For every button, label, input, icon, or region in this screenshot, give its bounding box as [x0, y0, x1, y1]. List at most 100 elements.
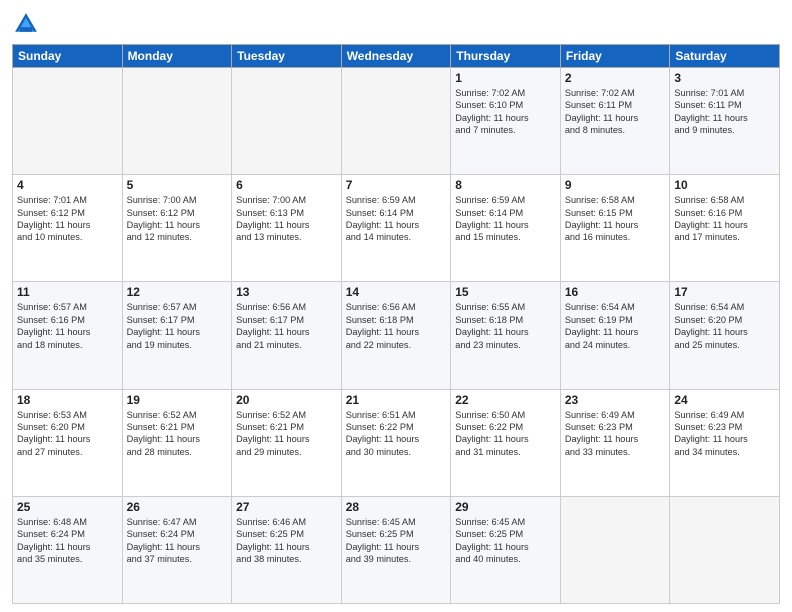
day-number: 14: [346, 285, 447, 299]
week-row-5: 25Sunrise: 6:48 AM Sunset: 6:24 PM Dayli…: [13, 496, 780, 603]
page: SundayMondayTuesdayWednesdayThursdayFrid…: [0, 0, 792, 612]
day-cell: [232, 68, 342, 175]
week-row-4: 18 Sunrise: 6:53 AM Sunset: 6:20 PM Dayli…: [13, 389, 780, 496]
day-number: 23: [565, 393, 666, 407]
header: [12, 10, 780, 38]
day-cell: 28 Sunrise: 6:45 AM Sunset: 6:25 PM Dayli…: [341, 496, 451, 603]
day-cell: 22 Sunrise: 6:50 AM Sunset: 6:22 PM Dayli…: [451, 389, 561, 496]
day-cell: 26 Sunrise: 6:47 AM Sunset: 6:24 PM Dayli…: [122, 496, 232, 603]
day-cell: 25Sunrise: 6:48 AM Sunset: 6:24 PM Dayli…: [13, 496, 123, 603]
day-cell: 8Sunrise: 6:59 AM Sunset: 6:14 PM Daylig…: [451, 175, 561, 282]
day-cell: 18 Sunrise: 6:53 AM Sunset: 6:20 PM Dayli…: [13, 389, 123, 496]
col-header-sunday: Sunday: [13, 45, 123, 68]
day-info: Sunrise: 6:46 AM Sunset: 6:25 PM Dayligh…: [236, 516, 337, 566]
day-number: 20: [236, 393, 337, 407]
day-number: 12: [127, 285, 228, 299]
day-cell: 27 Sunrise: 6:46 AM Sunset: 6:25 PM Dayli…: [232, 496, 342, 603]
day-cell: 21 Sunrise: 6:51 AM Sunset: 6:22 PM Dayli…: [341, 389, 451, 496]
day-info: Sunrise: 6:55 AM Sunset: 6:18 PM Dayligh…: [455, 301, 556, 351]
day-number: 17: [674, 285, 775, 299]
day-info: Sunrise: 7:01 AM Sunset: 6:12 PM Dayligh…: [17, 194, 118, 244]
day-number: 26: [127, 500, 228, 514]
day-number: 19: [127, 393, 228, 407]
day-info: Sunrise: 7:02 AM Sunset: 6:10 PM Dayligh…: [455, 87, 556, 137]
col-header-monday: Monday: [122, 45, 232, 68]
day-info: Sunrise: 7:02 AM Sunset: 6:11 PM Dayligh…: [565, 87, 666, 137]
day-number: 24: [674, 393, 775, 407]
day-info: Sunrise: 6:57 AM Sunset: 6:17 PM Dayligh…: [127, 301, 228, 351]
day-cell: 6 Sunrise: 7:00 AM Sunset: 6:13 PM Daylig…: [232, 175, 342, 282]
day-cell: 20 Sunrise: 6:52 AM Sunset: 6:21 PM Dayli…: [232, 389, 342, 496]
day-number: 29: [455, 500, 556, 514]
day-info: Sunrise: 7:00 AM Sunset: 6:12 PM Dayligh…: [127, 194, 228, 244]
day-info: Sunrise: 6:57 AM Sunset: 6:16 PM Dayligh…: [17, 301, 118, 351]
day-info: Sunrise: 6:52 AM Sunset: 6:21 PM Dayligh…: [127, 409, 228, 459]
day-number: 13: [236, 285, 337, 299]
day-number: 21: [346, 393, 447, 407]
col-header-thursday: Thursday: [451, 45, 561, 68]
week-row-3: 11 Sunrise: 6:57 AM Sunset: 6:16 PM Dayli…: [13, 282, 780, 389]
generalblue-logo-icon: [12, 10, 40, 38]
day-cell: 10Sunrise: 6:58 AM Sunset: 6:16 PM Dayli…: [670, 175, 780, 282]
day-number: 5: [127, 178, 228, 192]
day-cell: 2 Sunrise: 7:02 AM Sunset: 6:11 PM Daylig…: [560, 68, 670, 175]
day-cell: 14Sunrise: 6:56 AM Sunset: 6:18 PM Dayli…: [341, 282, 451, 389]
day-info: Sunrise: 6:59 AM Sunset: 6:14 PM Dayligh…: [346, 194, 447, 244]
day-number: 3: [674, 71, 775, 85]
col-header-friday: Friday: [560, 45, 670, 68]
col-header-tuesday: Tuesday: [232, 45, 342, 68]
day-cell: 24 Sunrise: 6:49 AM Sunset: 6:23 PM Dayli…: [670, 389, 780, 496]
week-row-1: 1 Sunrise: 7:02 AM Sunset: 6:10 PM Daylig…: [13, 68, 780, 175]
day-info: Sunrise: 6:54 AM Sunset: 6:19 PM Dayligh…: [565, 301, 666, 351]
calendar-table: SundayMondayTuesdayWednesdayThursdayFrid…: [12, 44, 780, 604]
day-number: 7: [346, 178, 447, 192]
week-row-2: 4 Sunrise: 7:01 AM Sunset: 6:12 PM Daylig…: [13, 175, 780, 282]
day-number: 25: [17, 500, 118, 514]
day-number: 11: [17, 285, 118, 299]
day-info: Sunrise: 6:53 AM Sunset: 6:20 PM Dayligh…: [17, 409, 118, 459]
day-info: Sunrise: 6:45 AM Sunset: 6:25 PM Dayligh…: [455, 516, 556, 566]
day-cell: [122, 68, 232, 175]
day-info: Sunrise: 6:45 AM Sunset: 6:25 PM Dayligh…: [346, 516, 447, 566]
day-number: 2: [565, 71, 666, 85]
day-cell: [560, 496, 670, 603]
logo: [12, 10, 44, 38]
day-cell: 4 Sunrise: 7:01 AM Sunset: 6:12 PM Daylig…: [13, 175, 123, 282]
day-number: 22: [455, 393, 556, 407]
day-number: 18: [17, 393, 118, 407]
day-number: 4: [17, 178, 118, 192]
day-cell: 9Sunrise: 6:58 AM Sunset: 6:15 PM Daylig…: [560, 175, 670, 282]
day-number: 6: [236, 178, 337, 192]
day-cell: 16 Sunrise: 6:54 AM Sunset: 6:19 PM Dayli…: [560, 282, 670, 389]
day-cell: 15 Sunrise: 6:55 AM Sunset: 6:18 PM Dayli…: [451, 282, 561, 389]
day-info: Sunrise: 6:50 AM Sunset: 6:22 PM Dayligh…: [455, 409, 556, 459]
day-cell: 29 Sunrise: 6:45 AM Sunset: 6:25 PM Dayli…: [451, 496, 561, 603]
day-number: 1: [455, 71, 556, 85]
day-cell: 13 Sunrise: 6:56 AM Sunset: 6:17 PM Dayli…: [232, 282, 342, 389]
day-info: Sunrise: 6:49 AM Sunset: 6:23 PM Dayligh…: [565, 409, 666, 459]
day-info: Sunrise: 6:51 AM Sunset: 6:22 PM Dayligh…: [346, 409, 447, 459]
day-cell: 7 Sunrise: 6:59 AM Sunset: 6:14 PM Daylig…: [341, 175, 451, 282]
day-number: 9: [565, 178, 666, 192]
day-cell: 19 Sunrise: 6:52 AM Sunset: 6:21 PM Dayli…: [122, 389, 232, 496]
day-number: 10: [674, 178, 775, 192]
day-info: Sunrise: 6:52 AM Sunset: 6:21 PM Dayligh…: [236, 409, 337, 459]
day-cell: 3 Sunrise: 7:01 AM Sunset: 6:11 PM Daylig…: [670, 68, 780, 175]
day-cell: [13, 68, 123, 175]
day-cell: 1 Sunrise: 7:02 AM Sunset: 6:10 PM Daylig…: [451, 68, 561, 175]
day-number: 8: [455, 178, 556, 192]
day-number: 15: [455, 285, 556, 299]
day-number: 28: [346, 500, 447, 514]
day-info: Sunrise: 6:56 AM Sunset: 6:17 PM Dayligh…: [236, 301, 337, 351]
day-info: Sunrise: 7:01 AM Sunset: 6:11 PM Dayligh…: [674, 87, 775, 137]
col-header-wednesday: Wednesday: [341, 45, 451, 68]
day-cell: 17Sunrise: 6:54 AM Sunset: 6:20 PM Dayli…: [670, 282, 780, 389]
day-number: 16: [565, 285, 666, 299]
day-cell: [670, 496, 780, 603]
day-number: 27: [236, 500, 337, 514]
day-info: Sunrise: 6:47 AM Sunset: 6:24 PM Dayligh…: [127, 516, 228, 566]
day-cell: 11 Sunrise: 6:57 AM Sunset: 6:16 PM Dayli…: [13, 282, 123, 389]
day-cell: [341, 68, 451, 175]
day-info: Sunrise: 6:49 AM Sunset: 6:23 PM Dayligh…: [674, 409, 775, 459]
day-info: Sunrise: 7:00 AM Sunset: 6:13 PM Dayligh…: [236, 194, 337, 244]
